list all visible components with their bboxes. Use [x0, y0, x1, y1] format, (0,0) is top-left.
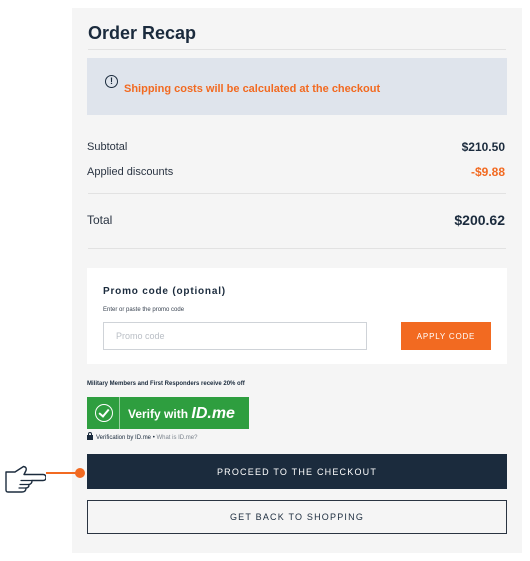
- proceed-to-checkout-button[interactable]: PROCEED TO THE CHECKOUT: [87, 454, 507, 489]
- idme-logo: ID.me: [191, 405, 235, 422]
- verify-label-group: Verify with ID.me: [128, 405, 235, 423]
- military-discount-text: Military Members and First Responders re…: [87, 381, 245, 387]
- subtotal-label: Subtotal: [87, 141, 128, 153]
- divider: [88, 49, 506, 50]
- what-is-idme-link[interactable]: What is ID.me?: [156, 435, 197, 441]
- total-label: Total: [87, 213, 113, 227]
- promo-code-title: Promo code (optional): [103, 286, 226, 297]
- discounts-value: -$9.88: [470, 165, 505, 179]
- pointer-connector: [46, 472, 77, 474]
- divider: [119, 397, 120, 429]
- discounts-label: Applied discounts: [87, 166, 174, 178]
- verification-by-text: Verification by ID.me •: [96, 435, 155, 441]
- verify-with-idme-button[interactable]: Verify with ID.me: [87, 397, 249, 429]
- pointing-hand-icon: [5, 465, 46, 493]
- page-title: Order Recap: [88, 23, 197, 43]
- info-icon: !: [105, 75, 118, 88]
- total-value: $200.62: [454, 212, 505, 228]
- shipping-notice-text: Shipping costs will be calculated at the…: [124, 83, 381, 95]
- promo-code-hint: Enter or paste the promo code: [103, 307, 185, 313]
- subtotal-value: $210.50: [461, 140, 505, 154]
- divider: [88, 193, 506, 194]
- back-to-shopping-button[interactable]: GET BACK TO SHOPPING: [87, 500, 507, 534]
- pointer-dot: [75, 468, 85, 478]
- lock-icon: [87, 432, 93, 440]
- divider: [88, 248, 506, 249]
- apply-code-button[interactable]: APPLY CODE: [401, 322, 491, 350]
- promo-code-input[interactable]: [103, 322, 367, 350]
- idme-verification-line: Verification by ID.me • What is ID.me?: [87, 432, 197, 441]
- verify-label: Verify with: [128, 407, 189, 421]
- check-circle-icon: [95, 404, 113, 422]
